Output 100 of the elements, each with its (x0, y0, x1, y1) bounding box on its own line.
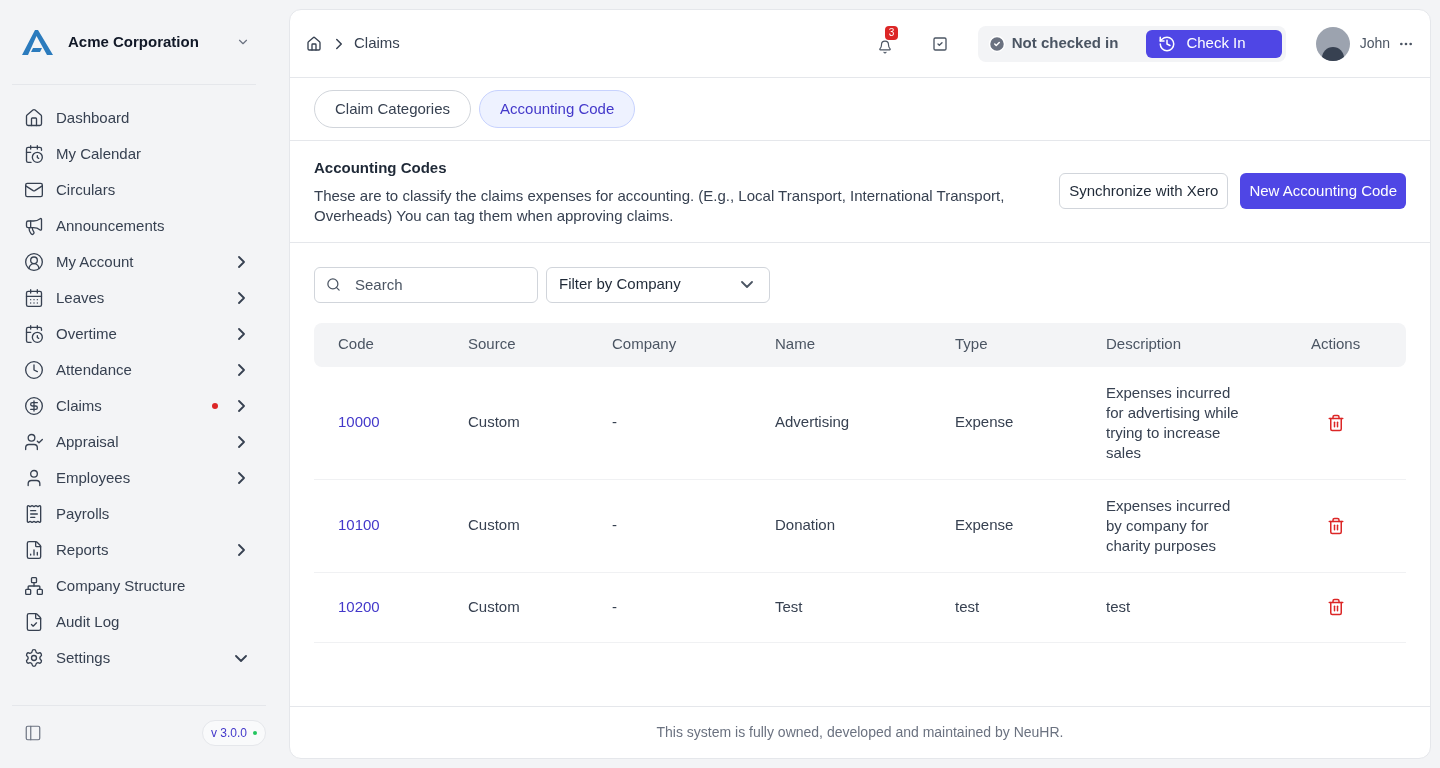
search-icon (326, 276, 341, 292)
panel-toggle-icon[interactable] (24, 724, 42, 742)
column-header: Type (954, 334, 989, 355)
table-cell-text: Expenses incurred by company for charity purposes (1106, 495, 1232, 556)
sidebar-label: My Account (56, 251, 135, 272)
company-name: Acme Corporation (68, 31, 200, 52)
calendar-clock-icon (24, 144, 44, 164)
chevron-right-icon (237, 328, 245, 340)
clock-icon (24, 360, 44, 380)
sidebar-label: Company Structure (56, 575, 187, 596)
chevron-right-icon (237, 292, 245, 304)
table-cell-text: - (611, 596, 618, 617)
sidebar-item[interactable]: Announcements (12, 208, 268, 244)
check-in-button[interactable]: Check In (1146, 29, 1282, 58)
code-link[interactable]: 10000 (314, 411, 444, 434)
user-circle-icon (24, 252, 44, 272)
column-header: Source (467, 334, 517, 355)
sidebar-label: Leaves (56, 287, 106, 308)
sidebar-item[interactable]: Circulars (12, 172, 268, 208)
breadcrumb-current[interactable]: Claims (354, 32, 400, 55)
sidebar-label: Overtime (56, 323, 118, 344)
sidebar-item[interactable]: My Account (12, 244, 268, 280)
home-icon (24, 108, 44, 128)
sidebar-item[interactable]: Settings (12, 640, 268, 676)
sidebar-label: My Calendar (56, 143, 143, 164)
sidebar-item[interactable]: Overtime (12, 316, 268, 352)
footer-text: This system is fully owned, developed and maintained by NeuHR. (656, 723, 1064, 742)
sidebar-item[interactable]: Audit Log (12, 604, 268, 640)
sidebar-item[interactable]: My Calendar (12, 136, 268, 172)
section-title: Accounting Codes (314, 158, 448, 178)
table-cell-text: Custom (467, 412, 521, 433)
sidebar-label: Audit Log (56, 611, 121, 632)
sidebar-label: Attendance (56, 359, 133, 380)
user-check-icon (24, 432, 44, 452)
search-field[interactable]: Search (314, 266, 538, 303)
sidebar-item[interactable]: Employees (12, 460, 268, 496)
new-code-button[interactable]: New Accounting Code (1240, 173, 1406, 210)
sidebar-item[interactable]: Attendance (12, 352, 268, 388)
delete-icon[interactable] (1327, 413, 1345, 432)
sidebar-item[interactable]: Leaves (12, 280, 268, 316)
table-cell-text: test (1106, 597, 1132, 617)
company-logo (20, 28, 56, 56)
sidebar-label: Announcements (56, 215, 166, 236)
table-cell-text: - (611, 412, 618, 433)
calendar-clock-icon (24, 324, 44, 344)
sidebar-item[interactable]: Company Structure (12, 568, 268, 604)
calendar-icon (24, 288, 44, 308)
chevron-right-icon (237, 544, 245, 556)
column-header: Name (774, 334, 816, 355)
sidebar-item[interactable]: Reports (12, 532, 268, 568)
mail-icon (24, 180, 44, 200)
sidebar-label: Settings (56, 647, 112, 668)
sidebar-label: Dashboard (56, 107, 131, 128)
column-header: Company (611, 334, 678, 355)
sidebar-label: Employees (56, 467, 132, 488)
code-link[interactable]: 10200 (314, 595, 444, 619)
delete-icon[interactable] (1327, 516, 1345, 535)
sync-button[interactable]: Synchronize with Xero (1059, 173, 1229, 210)
chevron-right-icon (237, 256, 245, 268)
sidebar-item[interactable]: Payrolls (12, 496, 268, 532)
file-check-icon (24, 612, 44, 632)
tab[interactable]: Accounting Code (479, 90, 636, 128)
bell-icon[interactable] (877, 39, 892, 54)
table-cell-text: Advertising (774, 412, 851, 433)
task-icon[interactable] (931, 35, 948, 52)
sidebar-label: Payrolls (56, 503, 111, 524)
user-name[interactable]: John (1359, 33, 1390, 54)
chevron-right-icon (237, 400, 245, 412)
table-cell-text: Donation (774, 515, 837, 536)
column-header: Actions (1310, 334, 1362, 355)
sidebar-label: Reports (56, 539, 110, 560)
avatar[interactable] (1315, 26, 1350, 61)
version-badge: v 3.0.0 (201, 720, 266, 746)
home-icon[interactable] (306, 35, 322, 52)
code-link[interactable]: 10100 (314, 514, 444, 537)
sidebar-label: Claims (56, 395, 103, 416)
table-cell-text: Expense (954, 515, 1015, 536)
column-header: Description (1105, 334, 1183, 355)
sidebar-item[interactable]: Appraisal (12, 424, 268, 460)
sidebar-label: Circulars (56, 179, 117, 200)
chevron-right-icon (237, 472, 245, 484)
table-cell-text: Expenses incurred for advertising while trying to increase sales (1106, 382, 1240, 463)
table-cell-text: Test (774, 596, 804, 617)
delete-icon[interactable] (1327, 598, 1345, 616)
chevron-right-icon (237, 364, 245, 376)
sidebar-label: Appraisal (56, 431, 120, 452)
section-description: These are to classify the claims expenses for accounting. (E.g., Local Transport, International Transport, Overheads) You can tag them when approving claims. (314, 185, 1006, 226)
chevron-right-icon (237, 436, 245, 448)
sidebar-item[interactable]: Dashboard (12, 100, 268, 136)
company-filter[interactable]: Filter by Company (546, 266, 770, 303)
notification-badge: 3 (884, 25, 899, 40)
status-text: Not checked in (1011, 33, 1119, 54)
settings-icon (24, 648, 44, 668)
receipt-icon (24, 504, 44, 524)
tab[interactable]: Claim Categories (314, 90, 472, 128)
network-icon (24, 576, 44, 596)
chart-file-icon (24, 540, 44, 560)
megaphone-icon (24, 216, 44, 236)
sidebar-item[interactable]: Claims (12, 388, 268, 424)
chevron-down-icon (741, 281, 753, 288)
